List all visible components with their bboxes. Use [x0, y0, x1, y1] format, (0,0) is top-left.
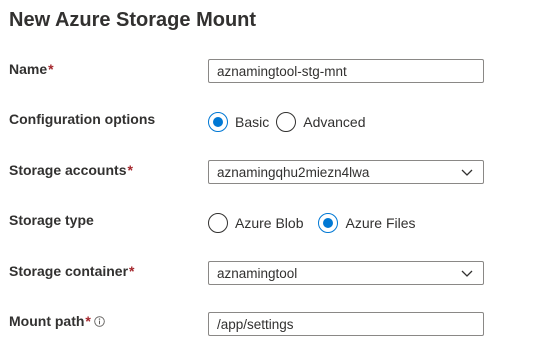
- radio-advanced-label: Advanced: [303, 114, 366, 130]
- mount-path-input[interactable]: [208, 312, 484, 336]
- required-marker: *: [129, 263, 135, 279]
- required-marker: *: [85, 313, 91, 329]
- storage-container-dropdown[interactable]: aznamingtool: [208, 261, 484, 285]
- chevron-down-icon: [461, 169, 473, 176]
- page-title: New Azure Storage Mount: [9, 9, 257, 31]
- storage-accounts-label-text: Storage accounts: [9, 162, 127, 178]
- mount-path-label: Mount path *: [9, 313, 105, 329]
- configuration-options-label: Configuration options: [9, 111, 156, 127]
- mount-path-label-text: Mount path: [9, 313, 85, 329]
- radio-azure-files-circle: [318, 213, 339, 233]
- radio-basic-circle: [208, 112, 228, 132]
- radio-azure-files[interactable]: Azure Files: [318, 213, 416, 233]
- name-input[interactable]: [208, 59, 484, 83]
- name-label: Name *: [9, 61, 54, 77]
- info-icon[interactable]: [94, 315, 105, 327]
- name-label-text: Name: [9, 61, 48, 77]
- radio-azure-files-label: Azure Files: [345, 215, 416, 231]
- radio-selected-dot: [213, 117, 223, 127]
- storage-type-label: Storage type: [9, 212, 94, 228]
- required-marker: *: [48, 61, 54, 77]
- configuration-options-radio-group: Basic Advanced: [208, 112, 366, 132]
- chevron-down-icon: [461, 270, 473, 277]
- storage-accounts-value: aznamingqhu2miezn4lwa: [217, 164, 370, 180]
- storage-container-label: Storage container *: [9, 263, 134, 279]
- storage-type-radio-group: Azure Blob Azure Files: [208, 213, 416, 233]
- storage-container-label-text: Storage container: [9, 263, 129, 279]
- storage-accounts-label: Storage accounts *: [9, 162, 133, 178]
- radio-basic-label: Basic: [235, 114, 270, 130]
- radio-azure-blob[interactable]: Azure Blob: [208, 213, 303, 233]
- radio-azure-blob-label: Azure Blob: [235, 215, 304, 231]
- radio-advanced-circle: [276, 112, 297, 132]
- radio-selected-dot: [323, 218, 334, 228]
- storage-accounts-dropdown[interactable]: aznamingqhu2miezn4lwa: [208, 160, 484, 184]
- radio-advanced[interactable]: Advanced: [276, 112, 366, 132]
- radio-basic[interactable]: Basic: [208, 112, 269, 132]
- radio-azure-blob-circle: [208, 213, 228, 233]
- required-marker: *: [127, 162, 133, 178]
- storage-container-value: aznamingtool: [217, 265, 298, 281]
